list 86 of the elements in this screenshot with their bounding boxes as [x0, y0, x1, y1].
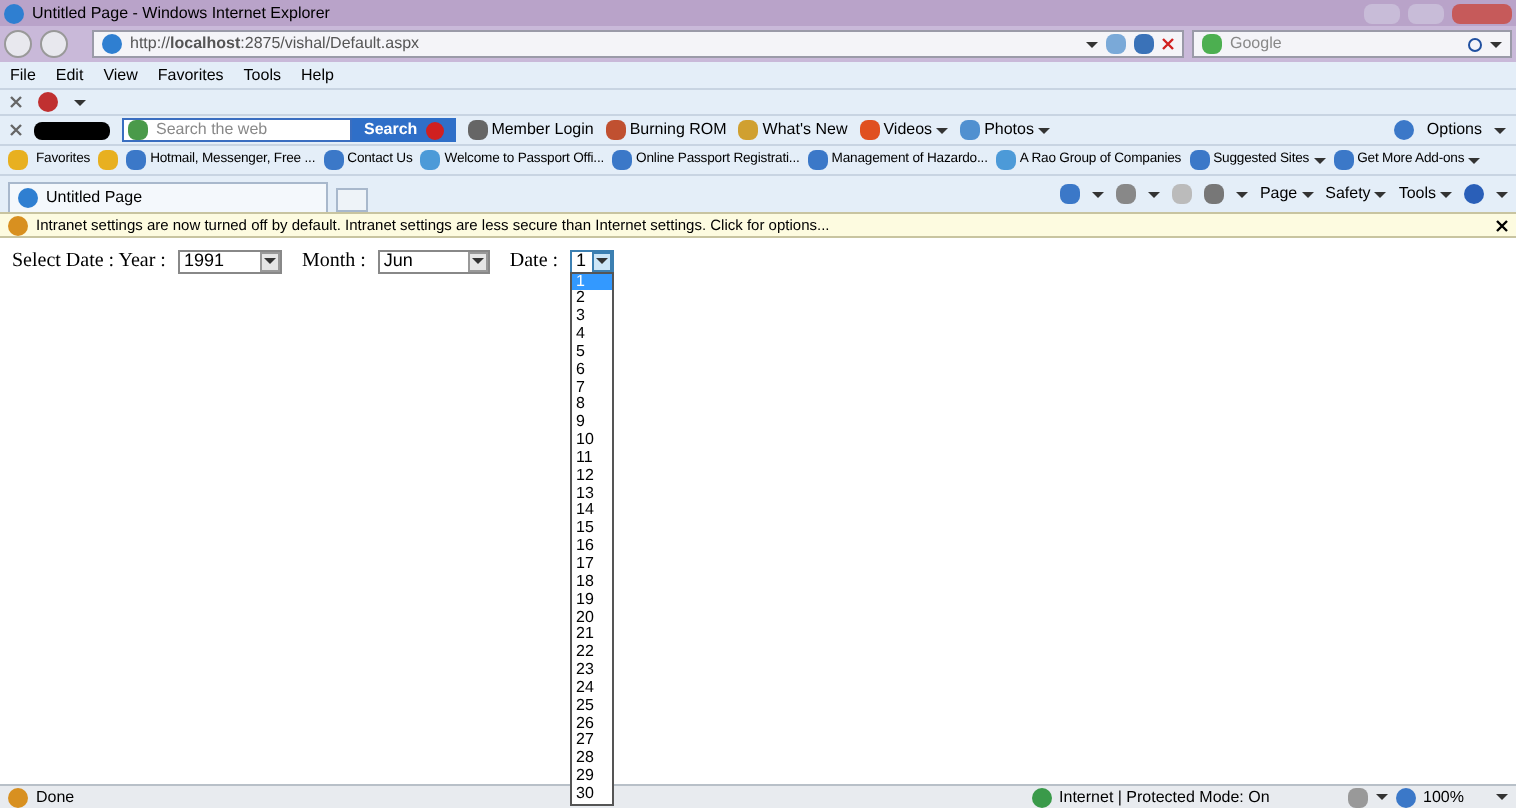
caret-icon — [1374, 191, 1387, 197]
caret-icon — [1375, 794, 1388, 800]
search-field[interactable]: Search the web — [122, 118, 352, 142]
new-tab-button[interactable] — [336, 188, 368, 212]
dropdown-option[interactable]: 2 — [572, 290, 613, 309]
dropdown-option[interactable]: 30 — [572, 785, 613, 804]
close-button[interactable] — [1452, 3, 1512, 23]
dropdown-option[interactable]: 25 — [572, 697, 613, 716]
options-button[interactable]: Options — [1426, 118, 1482, 142]
caret-icon — [471, 258, 484, 264]
caret-icon — [74, 99, 86, 105]
dropdown-option[interactable]: 15 — [572, 520, 613, 539]
tab[interactable]: Untitled Page — [8, 182, 328, 212]
dropdown-option[interactable]: 12 — [572, 467, 613, 486]
dropdown-option[interactable]: 18 — [572, 573, 613, 592]
dropdown-option[interactable]: 10 — [572, 432, 613, 450]
dropdown-option[interactable]: 5 — [572, 343, 613, 362]
caret-icon — [1490, 41, 1502, 47]
dropdown-option[interactable]: 23 — [572, 662, 613, 680]
dropdown-option[interactable]: 4 — [572, 326, 613, 344]
caret-icon — [1440, 191, 1452, 197]
maximize-button[interactable] — [1408, 3, 1444, 23]
menu-item[interactable]: Edit — [55, 63, 84, 87]
toolbar-link[interactable]: Burning ROM — [629, 118, 727, 142]
dropdown-option[interactable]: 20 — [572, 609, 613, 627]
stop-icon[interactable] — [1162, 38, 1174, 50]
dropdown-option[interactable]: 13 — [572, 485, 613, 503]
menu-item[interactable]: Favorites — [157, 63, 224, 87]
command-menu[interactable]: Page — [1259, 182, 1298, 206]
caret-icon — [1037, 127, 1050, 133]
forward-button[interactable] — [40, 30, 68, 58]
dropdown-option[interactable]: 19 — [572, 591, 613, 610]
zoom-level[interactable]: 100% — [1423, 785, 1464, 808]
dropdown-option[interactable]: 8 — [572, 396, 613, 415]
search-button[interactable]: Search — [352, 118, 456, 142]
minimize-button[interactable] — [1364, 3, 1400, 23]
toolbar-link[interactable]: Videos — [883, 118, 933, 142]
status-text: Done — [36, 785, 75, 808]
dropdown-option[interactable]: 24 — [572, 679, 613, 698]
form-label: Month : — [301, 248, 366, 276]
caret-icon — [1468, 157, 1481, 163]
dropdown-option[interactable]: 17 — [572, 556, 613, 574]
caret-icon — [1235, 191, 1248, 197]
dropdown-option[interactable]: 27 — [572, 732, 613, 751]
command-menu[interactable]: Tools — [1398, 182, 1436, 206]
dropdown-option[interactable]: 28 — [572, 750, 613, 769]
window-title: Untitled Page - Windows Internet Explorer — [32, 1, 330, 25]
dropdown-option[interactable]: 6 — [572, 361, 613, 380]
back-button[interactable] — [4, 30, 32, 58]
command-menu[interactable]: Safety — [1325, 182, 1371, 206]
year-select[interactable]: 1991 — [177, 249, 282, 273]
caret-icon — [1301, 191, 1314, 197]
caret-icon — [1496, 794, 1508, 800]
zone-text: Internet | Protected Mode: On — [1059, 785, 1272, 808]
caret-icon — [1494, 127, 1506, 133]
dropdown-option[interactable]: 14 — [572, 502, 613, 521]
dropdown-option[interactable]: 16 — [572, 538, 613, 556]
menu-item[interactable]: File — [10, 63, 36, 87]
month-select[interactable]: Jun — [377, 249, 490, 273]
caret-icon — [263, 258, 276, 264]
caret-icon — [1147, 191, 1160, 197]
toolbar-link[interactable]: What's New — [762, 118, 848, 142]
close-icon[interactable] — [1496, 219, 1508, 231]
form-label: Date : — [509, 248, 559, 276]
caret-icon — [1313, 157, 1326, 163]
dropdown-option[interactable]: 21 — [572, 626, 613, 645]
dropdown-option[interactable]: 7 — [572, 379, 613, 397]
caret-icon — [1496, 191, 1508, 197]
caret-icon — [936, 127, 949, 133]
caret-icon — [1086, 41, 1098, 47]
menu-item[interactable]: Tools — [243, 63, 281, 87]
address-field[interactable]: http://localhost:2875/vishal/Default.aspx — [92, 30, 1184, 58]
dropdown-option[interactable]: 26 — [572, 715, 613, 733]
date-select[interactable]: 1 — [570, 249, 615, 273]
menu-item[interactable]: View — [103, 63, 138, 87]
form-label: Select Date : Year : — [12, 248, 166, 276]
toolbar-link[interactable]: Photos — [984, 118, 1034, 142]
dropdown-option[interactable]: 29 — [572, 768, 613, 786]
dropdown-option[interactable]: 11 — [572, 449, 613, 468]
toolbar-link[interactable]: Member Login — [491, 118, 594, 142]
dropdown-option[interactable]: 9 — [572, 414, 613, 433]
menu-item[interactable]: Help — [300, 63, 334, 87]
dropdown-option[interactable]: 3 — [572, 308, 613, 327]
caret-icon — [596, 258, 609, 264]
caret-icon — [1091, 191, 1104, 197]
dropdown-option[interactable]: 22 — [572, 644, 613, 663]
